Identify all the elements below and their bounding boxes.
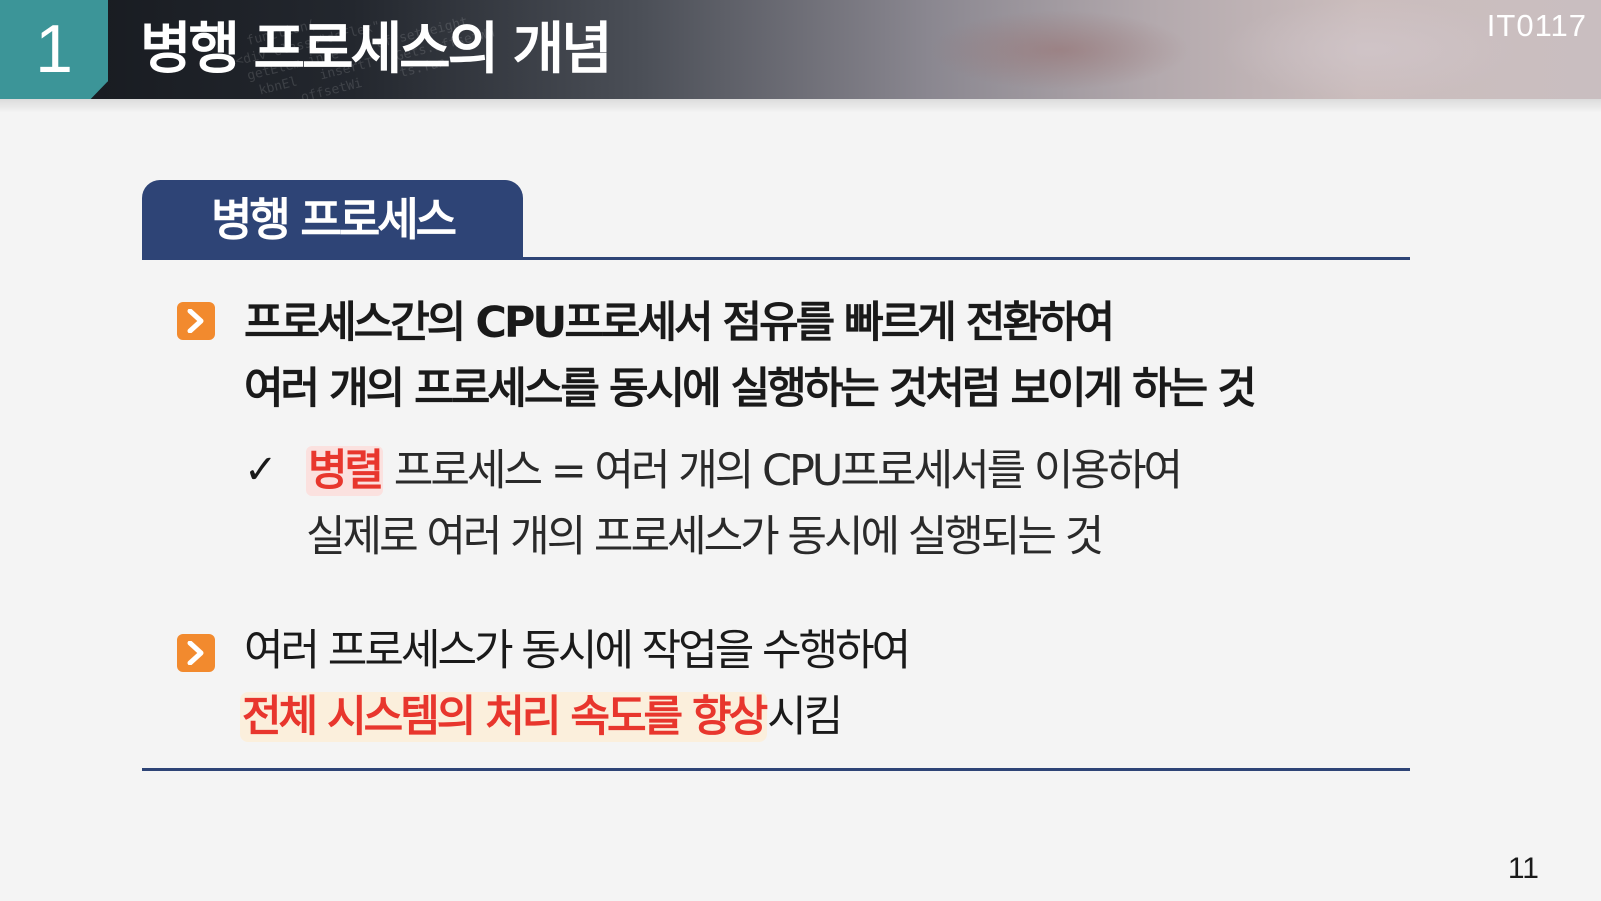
page-number: 11: [1507, 852, 1539, 885]
course-code: IT0117: [1486, 8, 1587, 43]
sub-bullet-line-1: 병렬 프로세스 = 여러 개의 CPU프로세서를 이용하여: [306, 438, 1183, 504]
sub-bullet-line-1-text: 프로세스 = 여러 개의 CPU프로세서를 이용하여: [383, 446, 1183, 496]
section-top-rule: [142, 257, 1410, 260]
highlight-parallel: 병렬: [306, 446, 384, 496]
bullet-2-line-1: 여러 프로세스가 동시에 작업을 수행하여: [244, 626, 911, 676]
section-tab: 병행 프로세스: [142, 180, 523, 259]
section-bottom-rule: [142, 768, 1410, 771]
chevron-right-icon: [177, 302, 215, 340]
chapter-number: 1: [35, 11, 73, 87]
sub-bullet: 병렬 프로세스 = 여러 개의 CPU프로세서를 이용하여 실제로 여러 개의 …: [306, 438, 1183, 570]
bullet-1-line-2: 여러 개의 프로세스를 동시에 실행하는 것처럼 보이게 하는 것: [244, 364, 1257, 414]
page-title: 병행 프로세스의 개념: [140, 17, 613, 82]
header-banner: function( <div class="dsFlex" getElem.in…: [0, 0, 1601, 99]
highlight-speed-improvement: 전체 시스템의 처리 속도를 향상: [240, 692, 768, 742]
bullet-1-line-1: 프로세스간의 CPU프로세서 점유를 빠르게 전환하여: [244, 298, 1115, 348]
section-tab-label: 병행 프로세스: [210, 193, 457, 246]
sub-bullet-line-2: 실제로 여러 개의 프로세스가 동시에 실행되는 것: [306, 512, 1104, 562]
header-background-blur: [930, 10, 1190, 90]
header-shadow: [0, 99, 1601, 113]
checkmark-icon: ✓: [244, 447, 278, 493]
chevron-right-icon: [177, 634, 215, 672]
header-background-blur: [1220, 0, 1520, 99]
slide: function( <div class="dsFlex" getElem.in…: [0, 0, 1601, 901]
bullet-2-line-2-text: 시킴: [767, 692, 843, 742]
bullet-2-line-2: 전체 시스템의 처리 속도를 향상시킴: [240, 684, 843, 750]
